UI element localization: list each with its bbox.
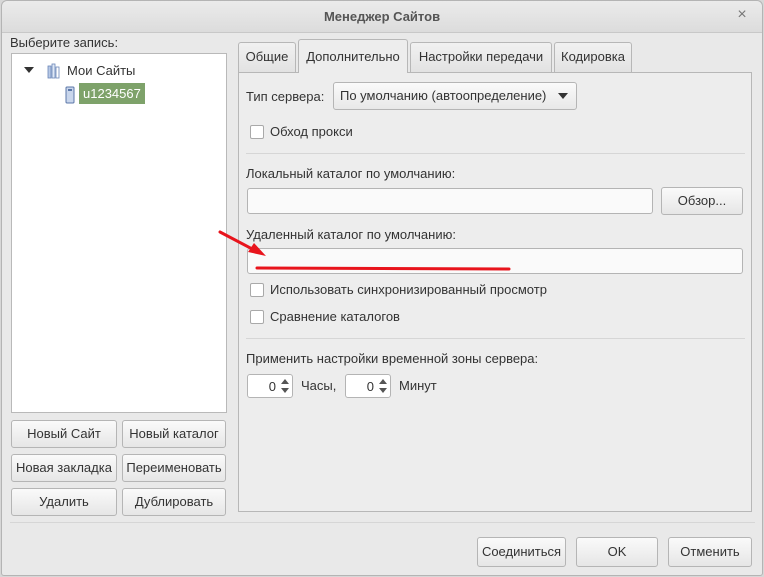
hours-label: Часы, xyxy=(301,378,337,393)
divider xyxy=(246,153,745,154)
new-site-button[interactable]: Новый Сайт xyxy=(11,420,117,448)
sync-browse-checkbox[interactable] xyxy=(250,283,264,297)
duplicate-button[interactable]: Дублировать xyxy=(122,488,226,516)
decrement-icon[interactable] xyxy=(379,388,387,393)
increment-icon[interactable] xyxy=(379,379,387,384)
server-type-value: По умолчанию (автоопределение) xyxy=(340,88,547,103)
divider xyxy=(10,522,755,523)
window-title: Менеджер Сайтов xyxy=(323,9,441,24)
delete-button[interactable]: Удалить xyxy=(11,488,117,516)
select-entry-label: Выберите запись: xyxy=(10,35,119,50)
dir-compare-checkbox[interactable] xyxy=(250,310,264,324)
rename-button[interactable]: Переименовать xyxy=(122,454,226,482)
sync-browse-label: Использовать синхронизированный просмотр xyxy=(270,282,547,297)
tab-general[interactable]: Общие xyxy=(238,42,296,72)
expand-arrow-icon[interactable] xyxy=(24,67,34,73)
hours-spinbox[interactable]: 0 xyxy=(247,374,293,398)
local-dir-input[interactable] xyxy=(247,188,653,214)
cancel-button[interactable]: Отменить xyxy=(668,537,752,567)
dir-compare-label: Сравнение каталогов xyxy=(270,309,400,324)
timezone-label: Применить настройки временной зоны серве… xyxy=(246,351,539,366)
tree-site-item[interactable]: u1234567 xyxy=(79,83,145,104)
server-type-label: Тип сервера: xyxy=(246,89,325,104)
server-type-select[interactable]: По умолчанию (автоопределение) xyxy=(333,82,577,110)
tab-transfer-settings[interactable]: Настройки передачи xyxy=(410,42,552,72)
folder-icon xyxy=(47,63,60,79)
tab-charset[interactable]: Кодировка xyxy=(554,42,632,72)
divider xyxy=(246,338,745,339)
bypass-proxy-label: Обход прокси xyxy=(270,124,353,139)
connect-button[interactable]: Соединиться xyxy=(477,537,566,567)
minutes-spinbox[interactable]: 0 xyxy=(345,374,391,398)
remote-dir-label: Удаленный каталог по умолчанию: xyxy=(246,227,456,242)
new-folder-button[interactable]: Новый каталог xyxy=(122,420,226,448)
hours-value: 0 xyxy=(268,379,276,394)
tree-root-label[interactable]: Мои Сайты xyxy=(67,63,135,78)
decrement-icon[interactable] xyxy=(281,388,289,393)
browse-button[interactable]: Обзор... xyxy=(661,187,743,215)
local-dir-label: Локальный каталог по умолчанию: xyxy=(246,166,456,181)
advanced-panel: Тип сервера: По умолчанию (автоопределен… xyxy=(238,72,752,512)
bypass-proxy-checkbox[interactable] xyxy=(250,125,264,139)
remote-dir-input[interactable] xyxy=(247,248,743,274)
site-tree[interactable]: Мои Сайты u1234567 xyxy=(11,53,227,413)
ok-button[interactable]: OK xyxy=(576,537,658,567)
titlebar: Менеджер Сайтов × xyxy=(2,1,762,33)
chevron-down-icon xyxy=(558,93,568,99)
close-icon[interactable]: × xyxy=(734,7,750,23)
server-icon xyxy=(65,86,75,104)
tab-advanced[interactable]: Дополнительно xyxy=(298,39,408,73)
minutes-value: 0 xyxy=(366,379,374,394)
site-manager-window: Менеджер Сайтов × Выберите запись: Мои С… xyxy=(1,0,763,576)
minutes-label: Минут xyxy=(399,378,437,393)
increment-icon[interactable] xyxy=(281,379,289,384)
new-bookmark-button[interactable]: Новая закладка xyxy=(11,454,117,482)
